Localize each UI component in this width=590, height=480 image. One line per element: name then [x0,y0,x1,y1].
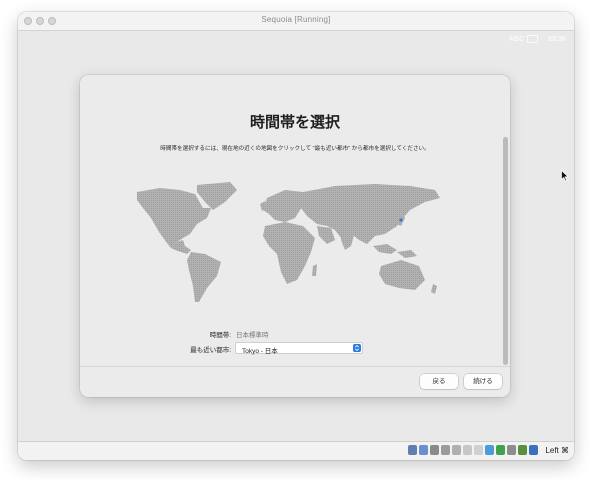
shared-folder-icon[interactable] [463,445,472,455]
optical-disk-icon[interactable] [419,445,428,455]
hard-disk-icon[interactable] [408,445,417,455]
network-activity-icon[interactable] [507,445,516,455]
video-capture-icon[interactable] [485,445,494,455]
input-source-indicator[interactable]: ABC [509,35,539,43]
recording-icon[interactable] [496,445,505,455]
display-icon[interactable] [474,445,483,455]
network-icon[interactable] [441,445,450,455]
dialog-scrollbar[interactable] [503,137,508,365]
timezone-label: 時間帯: [209,332,231,339]
vm-menubar-status: ABC 23:36 [509,32,566,46]
back-button[interactable]: 戻る [420,374,458,389]
usb-icon[interactable] [452,445,461,455]
audio-icon[interactable] [430,445,439,455]
menubar-clock: 23:36 [548,35,566,43]
continue-button[interactable]: 続ける [464,374,502,389]
window-titlebar[interactable]: Sequoia [Running] [18,12,574,31]
location-pin [399,218,403,222]
world-map[interactable] [135,180,447,305]
mouse-cursor-icon [561,170,569,182]
keyboard-icon [527,35,539,43]
cpu-icon[interactable] [518,445,527,455]
footer-divider [80,366,510,367]
timezone-dialog: 時間帯を選択 時間帯を選択するには、現在地の近くの地図をクリックして "最も近い… [80,75,510,397]
timezone-value: 日本標準時 [236,332,269,339]
vm-statusbar: Left ⌘ [18,441,574,460]
mouse-integration-icon[interactable] [529,445,538,455]
chevron-up-down-icon [353,344,361,352]
statusbar-icons [408,445,538,455]
nearest-city-select[interactable]: Tokyo - 日本 [235,342,363,355]
nearest-city-label: 最も近い都市: [190,347,231,354]
host-key-indicator: Left ⌘ [545,446,569,455]
nearest-city-value: Tokyo - 日本 [242,348,278,355]
dialog-description: 時間帯を選択するには、現在地の近くの地図をクリックして "最も近い都市" から都… [160,146,430,152]
dialog-title: 時間帯を選択 [249,114,340,131]
window-title: Sequoia [Running] [261,15,331,24]
